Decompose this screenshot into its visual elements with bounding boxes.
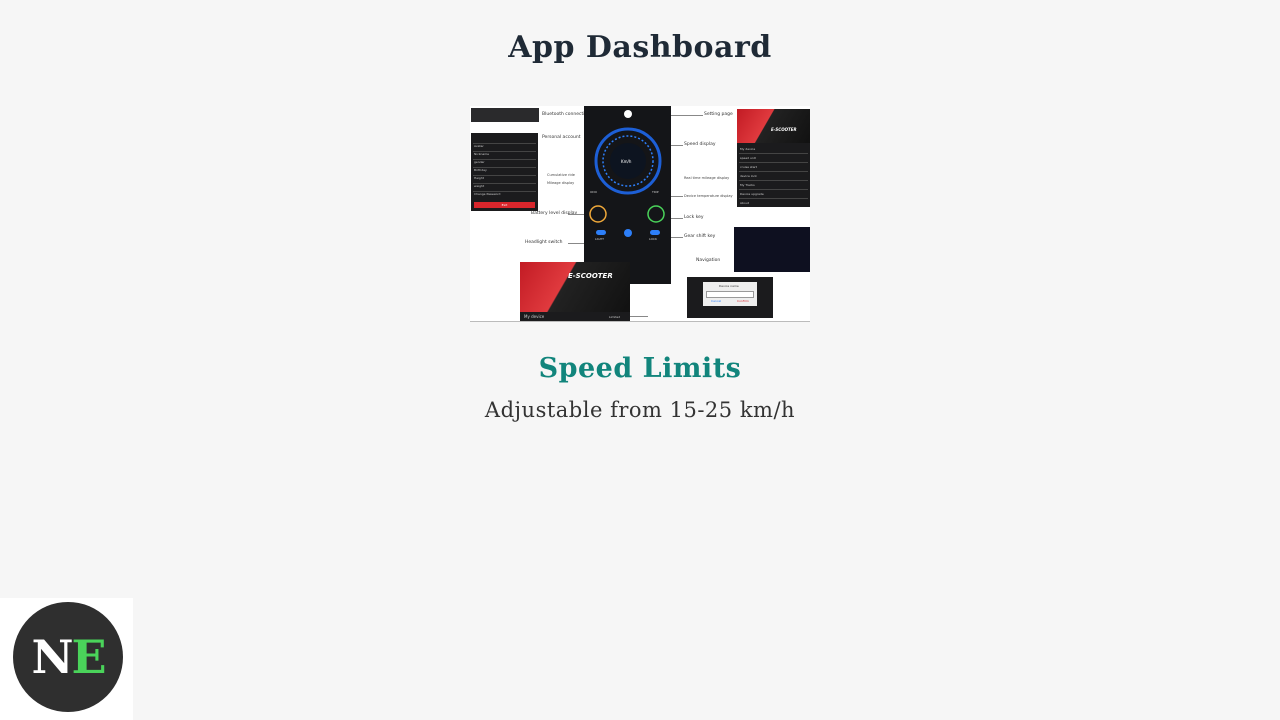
profile-row: gender (474, 160, 485, 164)
annotation-mileage: Mileage display (547, 181, 575, 185)
profile-row: Height (474, 176, 484, 180)
annotation-setting-page: Setting page (704, 112, 733, 117)
annotation-speed-display: Speed display (684, 142, 716, 147)
dialog-title: Device name (719, 284, 739, 288)
device-name-dialog: Device name Cancel Confirm (703, 282, 757, 306)
page-title: App Dashboard (508, 30, 772, 65)
section-subtext: Adjustable from 15-25 km/h (484, 398, 796, 422)
annotation-personal-account: Personal account (542, 135, 581, 140)
limited-label: Limited (609, 315, 621, 319)
settings-row: About (740, 201, 749, 205)
escooter-banner: E-SCOOTER (520, 262, 630, 312)
light-label: LIGHT (595, 237, 604, 241)
dialog-confirm[interactable]: Confirm (737, 299, 749, 303)
annotation-lock-key: Lock key (684, 215, 704, 220)
device-dialog-panel: Device name Cancel Confirm (687, 277, 773, 318)
my-device-label: My device (524, 314, 545, 319)
logo-letter-n: N (31, 630, 73, 684)
bluetooth-panel (471, 108, 539, 122)
annotation-cumulative: Cumulative ride (547, 173, 575, 177)
profile-row: Avatar (474, 144, 484, 148)
settings-row: device lock (740, 174, 757, 178)
settings-row: cruise start (740, 165, 757, 169)
profile-row: weight (474, 184, 485, 188)
odo-label: ODO (590, 190, 598, 194)
lock-label: LOCK (649, 237, 657, 241)
speed-unit: Km/h (621, 159, 632, 164)
dialog-cancel[interactable]: Cancel (711, 299, 721, 303)
section-heading: Speed Limits (538, 353, 742, 384)
escooter-banner-text: E-SCOOTER (568, 272, 613, 280)
annotation-navigation: Navigation (696, 258, 721, 263)
settings-row: My device (740, 147, 756, 151)
settings-row: speed unit (740, 156, 756, 160)
settings-row: My Tracks (740, 183, 755, 187)
annotation-bluetooth: Bluetooth connection (542, 112, 591, 117)
profile-panel: Avatar Nickname gender Birthday Height w… (471, 133, 538, 211)
profile-row: Nickname (474, 152, 489, 156)
main-phone-screen: Km/h ODO TRIP LIGHT LOCK (584, 106, 671, 284)
logo-letter-e: E (71, 630, 106, 684)
annotation-device-temp: Device temperature display (684, 194, 733, 198)
app-dashboard-infographic: Bluetooth connection Avatar Nickname gen… (470, 106, 810, 322)
profile-row: Birthday (474, 168, 487, 172)
escooter-banner-small: E-SCOOTER (771, 127, 797, 132)
profile-row: Change Password (474, 192, 501, 196)
settings-panel: E-SCOOTER My device speed unit cruise st… (737, 109, 810, 207)
navigation-panel (734, 227, 810, 272)
ne-logo: NE (13, 602, 123, 712)
trip-label: TRIP (652, 190, 659, 194)
speedometer-graphic (589, 110, 665, 237)
settings-row: Device upgrade (740, 192, 764, 196)
annotation-gear-shift: Gear shift key (684, 234, 716, 239)
annotation-headlight: Headlight switch (525, 240, 563, 245)
annotation-realtime-mileage: Real time mileage display (684, 176, 730, 180)
exit-button[interactable]: Exit (474, 202, 535, 208)
